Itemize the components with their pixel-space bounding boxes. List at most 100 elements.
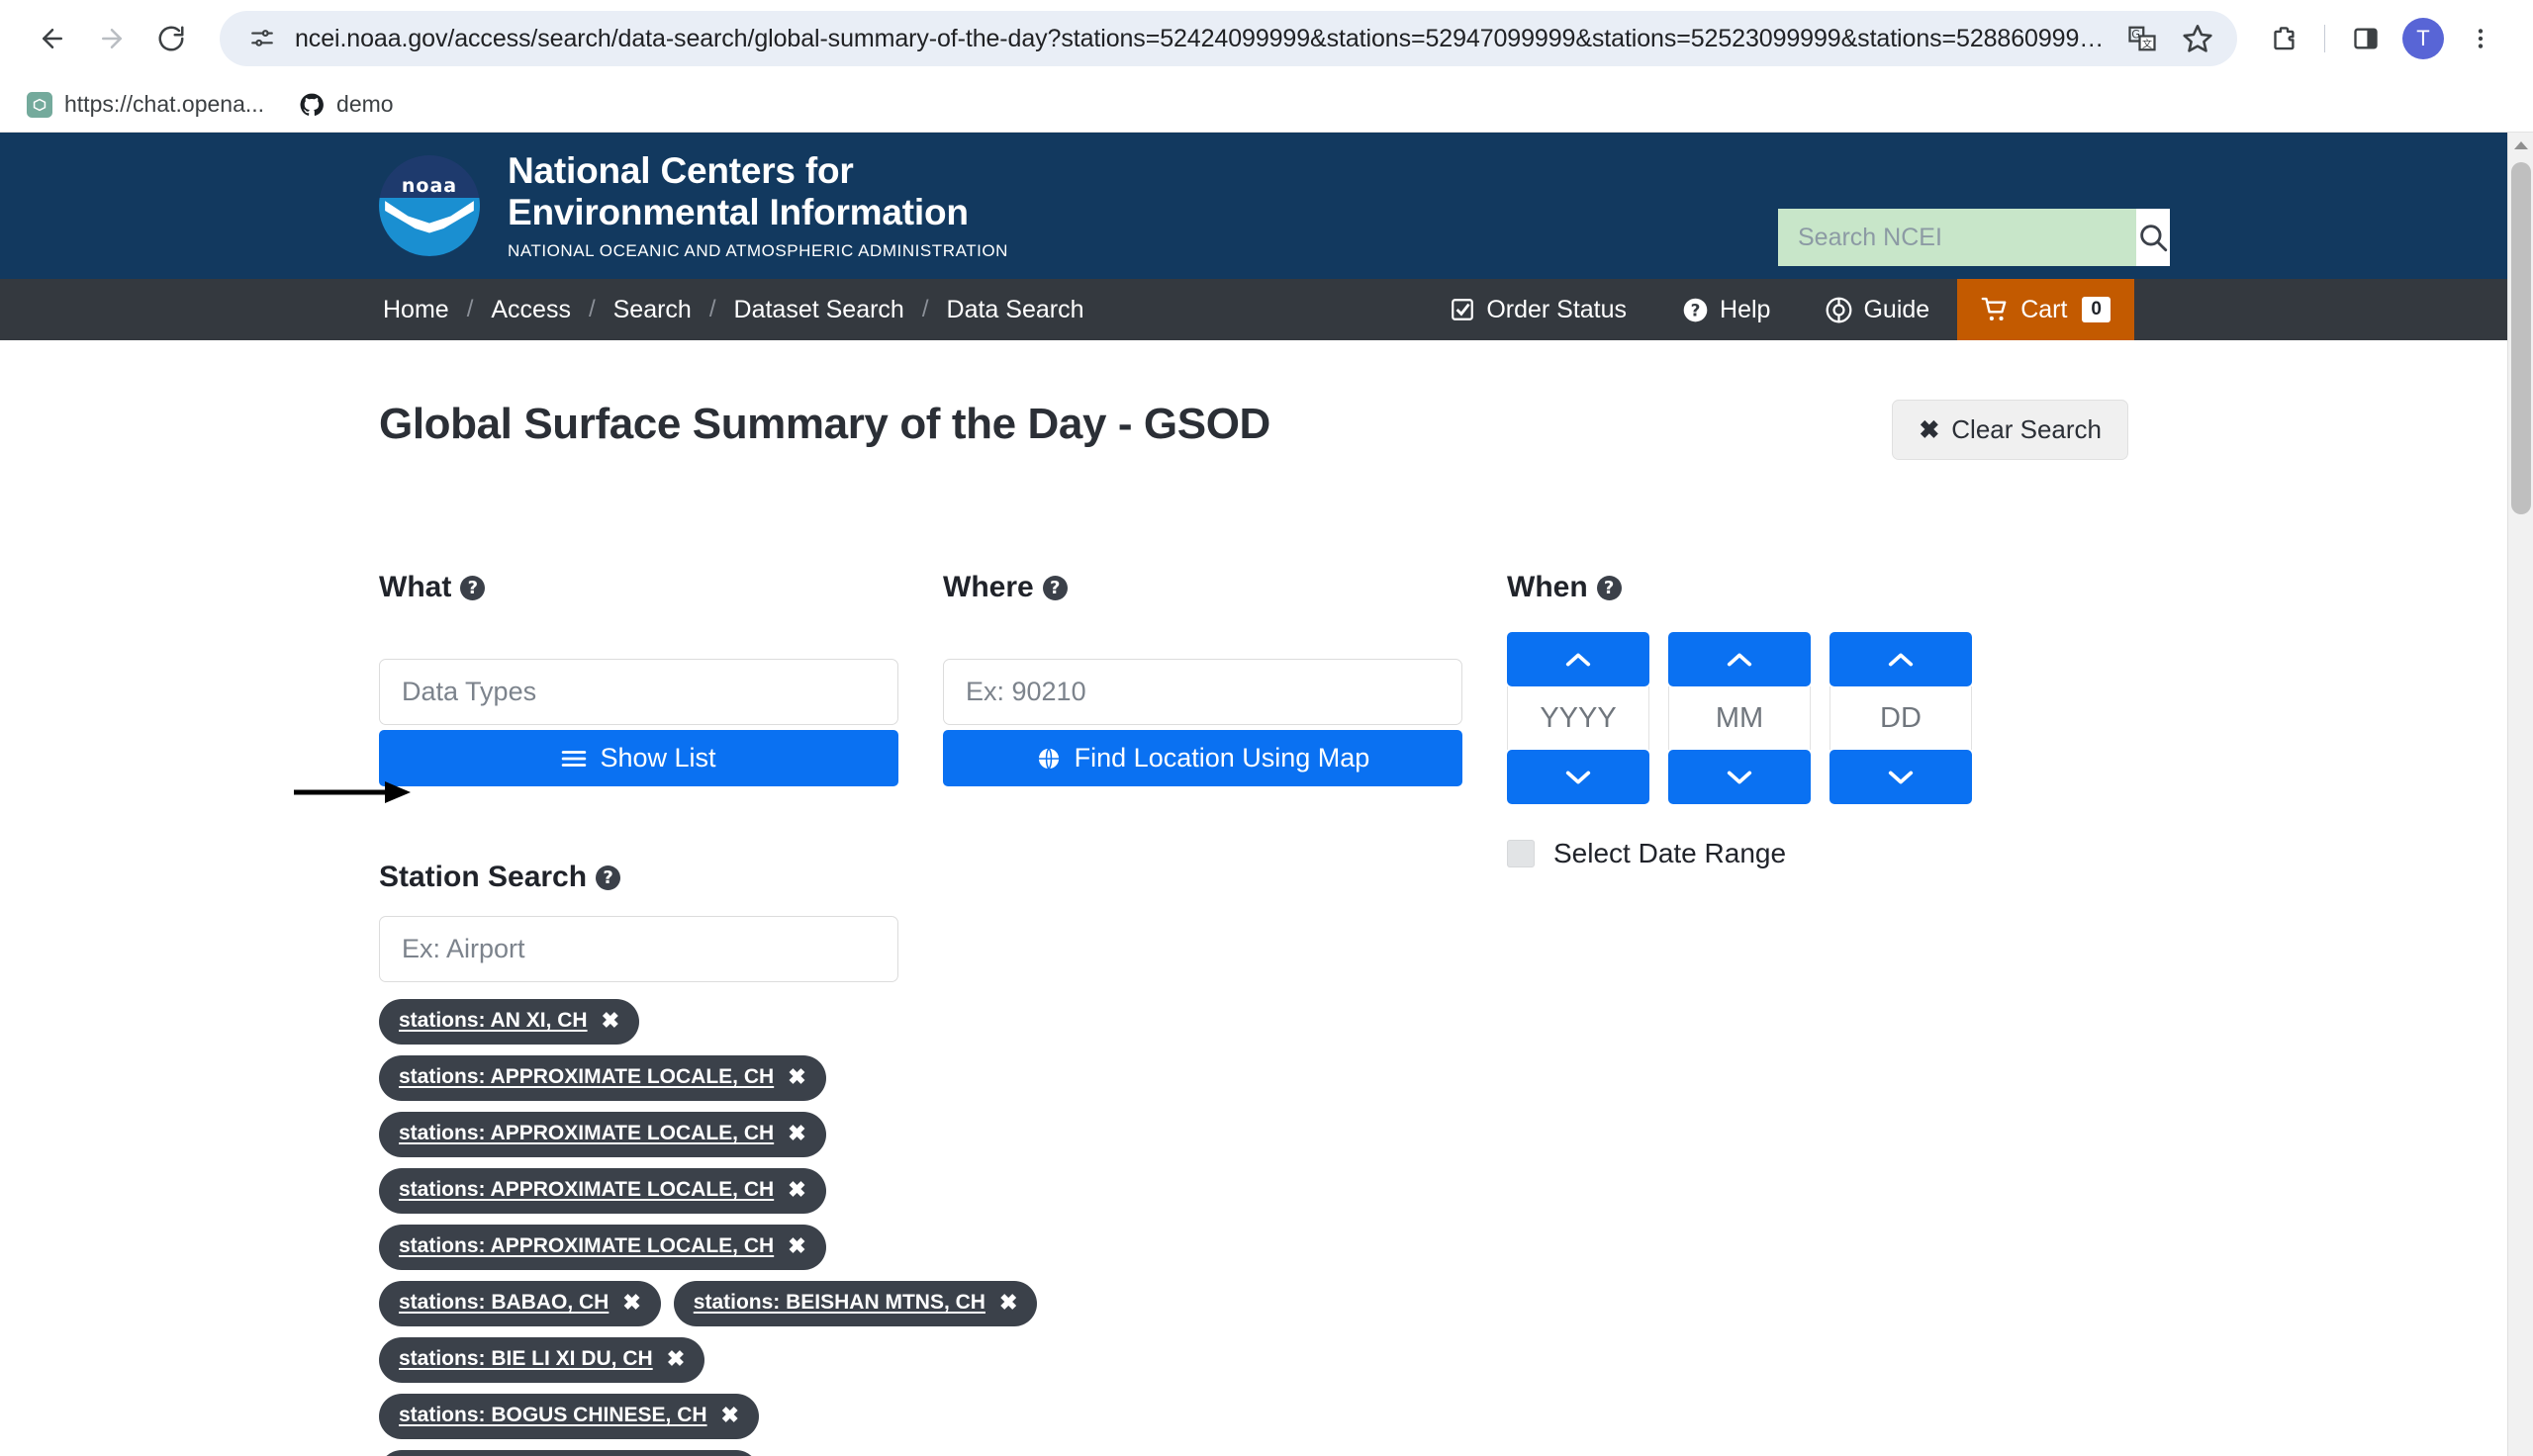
- clear-search-label: Clear Search: [1951, 414, 2102, 444]
- close-x-icon[interactable]: ✖: [622, 1290, 640, 1316]
- station-tag[interactable]: stations: BABAO, CH ✖: [379, 1281, 661, 1326]
- station-tag[interactable]: stations: APPROXIMATE LOCALE, CH ✖: [379, 1225, 826, 1270]
- page-content: noaa National Centers for Environmental …: [0, 133, 2507, 1456]
- where-column: Where ? Find Location Using Map: [943, 571, 1507, 1456]
- breadcrumb-search[interactable]: Search: [610, 296, 696, 324]
- month-increment-button[interactable]: [1668, 632, 1811, 686]
- scrollbar-thumb[interactable]: [2511, 162, 2531, 514]
- hamburger-list-icon: [562, 750, 587, 767]
- chrome-menu-button[interactable]: [2454, 12, 2507, 65]
- station-search-block: Station Search ? stations: AN XI, CH ✖: [379, 861, 1038, 1456]
- close-x-icon[interactable]: ✖: [721, 1403, 739, 1428]
- shopping-cart-icon: [1981, 297, 2007, 320]
- tag-row: stations: APPROXIMATE LOCALE, CH ✖: [379, 1055, 1012, 1101]
- data-types-input[interactable]: [379, 659, 898, 725]
- forward-button[interactable]: [85, 12, 139, 65]
- breadcrumb-data-search[interactable]: Data Search: [943, 296, 1088, 324]
- month-spinner: MM: [1668, 632, 1811, 804]
- show-list-button[interactable]: Show List: [379, 730, 898, 786]
- help-circle-icon[interactable]: ?: [460, 575, 486, 600]
- close-x-icon[interactable]: ✖: [667, 1346, 685, 1372]
- day-increment-button[interactable]: [1829, 632, 1972, 686]
- station-tag[interactable]: stations: AN XI, CH ✖: [379, 999, 640, 1045]
- search-input[interactable]: [1778, 209, 2136, 266]
- breadcrumb-separator: /: [466, 296, 474, 322]
- month-decrement-button[interactable]: [1668, 750, 1811, 804]
- tag-row: stations: APPROXIMATE LOCALE, CH ✖: [379, 1168, 1012, 1214]
- extensions-button[interactable]: [2257, 12, 2310, 65]
- bookmark-item[interactable]: demo: [298, 91, 394, 119]
- back-button[interactable]: [26, 12, 79, 65]
- close-x-icon[interactable]: ✖: [602, 1008, 619, 1034]
- breadcrumb-home[interactable]: Home: [379, 296, 453, 324]
- page-viewport: noaa National Centers for Environmental …: [0, 133, 2533, 1456]
- close-x-icon[interactable]: ✖: [788, 1177, 805, 1203]
- openai-favicon: [26, 91, 53, 119]
- where-label: Where: [943, 571, 1034, 603]
- breadcrumb-separator: /: [921, 296, 929, 322]
- chevron-down-icon: [1727, 771, 1752, 783]
- station-tag[interactable]: stations: APPROXIMATE LOCALE, CH ✖: [379, 1055, 826, 1101]
- nav-order-status-label: Order Status: [1486, 295, 1628, 323]
- select-date-range-label: Select Date Range: [1553, 838, 1787, 868]
- year-value[interactable]: YYYY: [1507, 686, 1649, 750]
- year-decrement-button[interactable]: [1507, 750, 1649, 804]
- help-circle-icon[interactable]: ?: [596, 864, 621, 890]
- back-arrow-icon: [43, 29, 62, 48]
- location-input[interactable]: [943, 659, 1462, 725]
- help-circle-icon[interactable]: ?: [1042, 575, 1068, 600]
- site-settings-icon[interactable]: [245, 22, 279, 55]
- close-x-icon[interactable]: ✖: [788, 1233, 805, 1259]
- day-value[interactable]: DD: [1829, 686, 1972, 750]
- search-button[interactable]: [2136, 209, 2170, 266]
- station-tag[interactable]: stations: BIE LI XI DU, CH ✖: [379, 1337, 705, 1383]
- chevron-down-icon: [1565, 771, 1591, 783]
- nav-order-status[interactable]: Order Status: [1422, 279, 1654, 340]
- station-search-input[interactable]: [379, 916, 898, 982]
- cart-count-badge: 0: [2082, 297, 2111, 322]
- reload-button[interactable]: [144, 12, 198, 65]
- translate-icon[interactable]: G 文: [2120, 17, 2164, 60]
- chevron-down-icon: [1888, 771, 1914, 783]
- station-tag[interactable]: stations: APPROXIMATE LOCALE, CH ✖: [379, 1112, 826, 1157]
- address-bar[interactable]: ncei.noaa.gov/access/search/data-search/…: [220, 11, 2237, 66]
- station-tag[interactable]: stations: BOGUS CHINESE, CH ✖: [379, 1450, 759, 1456]
- breadcrumb: Home / Access / Search / Dataset Search …: [373, 279, 1087, 340]
- station-tag-label: stations: AN XI, CH: [399, 1009, 588, 1032]
- close-x-icon[interactable]: ✖: [788, 1121, 805, 1146]
- breadcrumb-access[interactable]: Access: [487, 296, 575, 324]
- profile-button[interactable]: T: [2396, 12, 2450, 65]
- find-location-using-map-button[interactable]: Find Location Using Map: [943, 730, 1462, 786]
- help-circle-icon[interactable]: ?: [1596, 575, 1622, 600]
- selected-stations-tags: stations: AN XI, CH ✖ stations: APPROXIM…: [379, 999, 1038, 1456]
- bookmark-star-icon[interactable]: [2176, 17, 2219, 60]
- breadcrumb-dataset-search[interactable]: Dataset Search: [730, 296, 908, 324]
- nav-cart[interactable]: Cart 0: [1957, 279, 2134, 340]
- page-scrollbar[interactable]: [2507, 133, 2533, 1456]
- nav-cart-label: Cart: [2020, 295, 2068, 323]
- ncei-logo[interactable]: noaa National Centers for Environmental …: [373, 150, 1008, 261]
- scroll-up-button[interactable]: [2508, 133, 2533, 158]
- globe-icon: [1037, 746, 1061, 771]
- nav-help[interactable]: ? Help: [1654, 279, 1798, 340]
- side-panel-button[interactable]: [2339, 12, 2392, 65]
- what-column: What ? Show List: [294, 571, 1038, 1456]
- month-value[interactable]: MM: [1668, 686, 1811, 750]
- station-tag[interactable]: stations: APPROXIMATE LOCALE, CH ✖: [379, 1168, 826, 1214]
- browser-window: ncei.noaa.gov/access/search/data-search/…: [0, 0, 2533, 1456]
- clear-search-button[interactable]: ✖ Clear Search: [1892, 400, 2128, 460]
- station-tag[interactable]: stations: BOGUS CHINESE, CH ✖: [379, 1394, 759, 1439]
- svg-text:?: ?: [1691, 300, 1701, 319]
- select-date-range-checkbox[interactable]: [1507, 840, 1535, 867]
- close-x-icon[interactable]: ✖: [788, 1064, 805, 1090]
- tag-row: stations: AN XI, CH ✖: [379, 999, 1012, 1045]
- site-navbar: Home / Access / Search / Dataset Search …: [0, 279, 2507, 340]
- day-decrement-button[interactable]: [1829, 750, 1972, 804]
- chevron-up-icon: [1727, 653, 1752, 666]
- forward-arrow-icon: [102, 29, 122, 48]
- bookmark-label: https://chat.opena...: [64, 91, 265, 117]
- bookmark-item[interactable]: https://chat.opena...: [26, 91, 264, 119]
- url-text: ncei.noaa.gov/access/search/data-search/…: [295, 24, 2109, 52]
- nav-guide[interactable]: Guide: [1798, 279, 1957, 340]
- year-increment-button[interactable]: [1507, 632, 1649, 686]
